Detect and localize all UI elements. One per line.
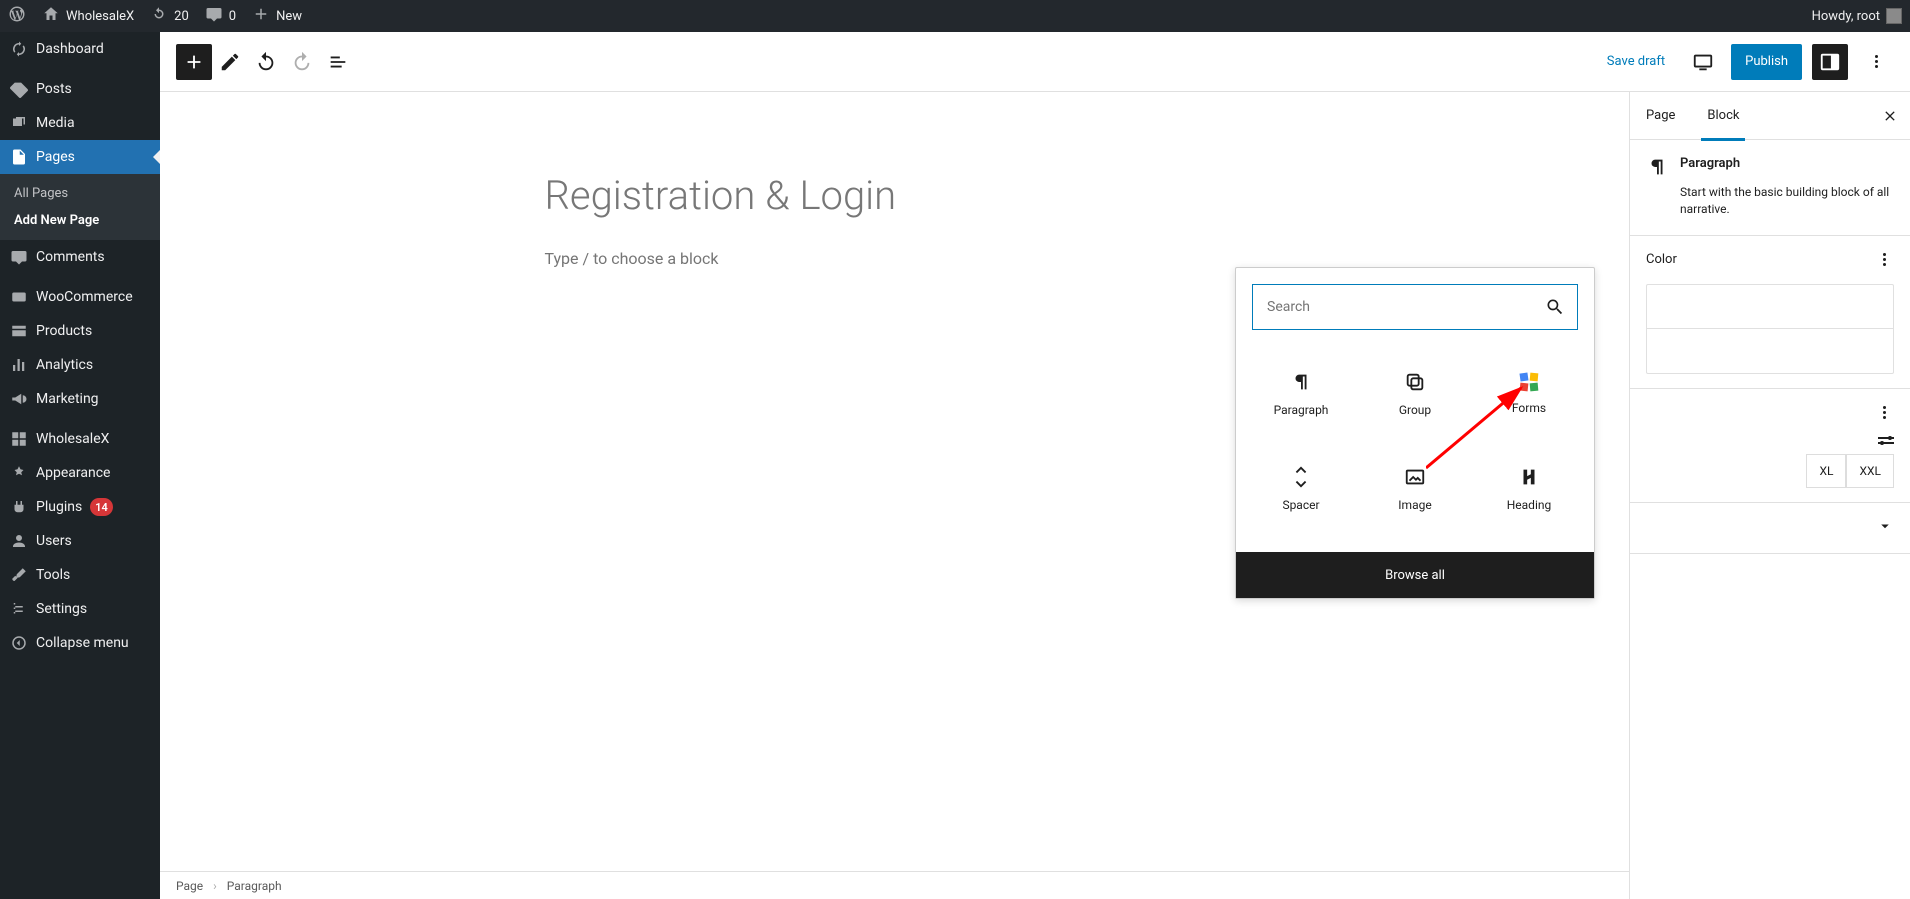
tab-page[interactable]: Page xyxy=(1630,92,1691,140)
search-icon xyxy=(1545,297,1565,317)
crumb-block[interactable]: Paragraph xyxy=(227,879,282,893)
new-label: New xyxy=(276,9,302,24)
block-item-image[interactable]: Image xyxy=(1358,441,1472,536)
save-draft-button[interactable]: Save draft xyxy=(1597,48,1675,75)
block-name: Paragraph xyxy=(1680,156,1740,178)
block-search-input[interactable] xyxy=(1265,298,1545,316)
menu-posts[interactable]: Posts xyxy=(0,72,160,106)
comments-link[interactable]: 0 xyxy=(197,0,244,32)
heading-icon xyxy=(1518,466,1540,488)
crumb-page[interactable]: Page xyxy=(176,879,203,893)
close-settings-button[interactable] xyxy=(1870,108,1910,124)
block-item-spacer[interactable]: Spacer xyxy=(1244,441,1358,536)
paragraph-icon xyxy=(1646,156,1668,178)
comments-count: 0 xyxy=(229,9,236,24)
menu-marketing[interactable]: Marketing xyxy=(0,382,160,416)
toggle-inserter-button[interactable] xyxy=(176,44,212,80)
font-size-presets: XL XXL xyxy=(1646,454,1894,488)
editor-toolbar: Save draft Publish xyxy=(160,32,1910,92)
tools-button[interactable] xyxy=(212,44,248,80)
refresh-icon xyxy=(150,5,168,27)
size-xxl[interactable]: XXL xyxy=(1846,454,1894,488)
redo-button[interactable] xyxy=(284,44,320,80)
menu-pages-submenu: All Pages Add New Page xyxy=(0,174,160,240)
menu-plugins[interactable]: Plugins14 xyxy=(0,490,160,524)
howdy-account[interactable]: Howdy, root xyxy=(1804,0,1910,32)
admin-bar: WholesaleX 20 0 New Howdy, root xyxy=(0,0,1910,32)
menu-settings[interactable]: Settings xyxy=(0,592,160,626)
menu-collapse[interactable]: Collapse menu xyxy=(0,626,160,660)
menu-products[interactable]: Products xyxy=(0,314,160,348)
new-content[interactable]: New xyxy=(244,0,310,32)
group-icon xyxy=(1404,371,1426,393)
settings-sidebar: Page Block Paragraph Start with the basi… xyxy=(1629,92,1910,899)
block-item-forms[interactable]: Forms xyxy=(1472,346,1586,441)
chevron-down-icon xyxy=(1876,517,1894,539)
spacer-icon xyxy=(1290,466,1312,488)
empty-paragraph-block[interactable]: Type / to choose a block xyxy=(545,249,1245,268)
color-options-button[interactable] xyxy=(1874,250,1894,270)
menu-wholesalex[interactable]: WholesaleX xyxy=(0,422,160,456)
options-button[interactable] xyxy=(1858,44,1894,80)
menu-media[interactable]: Media xyxy=(0,106,160,140)
size-xl[interactable]: XL xyxy=(1806,454,1846,488)
publish-button[interactable]: Publish xyxy=(1731,44,1802,80)
page-title-input[interactable]: Registration & Login xyxy=(545,172,1245,219)
menu-users[interactable]: Users xyxy=(0,524,160,558)
document-overview-button[interactable] xyxy=(320,44,356,80)
chevron-right-icon: › xyxy=(213,879,217,893)
menu-pages[interactable]: Pages xyxy=(0,140,160,174)
block-search-box xyxy=(1252,284,1578,330)
color-options xyxy=(1646,284,1894,374)
browse-all-button[interactable]: Browse all xyxy=(1236,552,1594,598)
undo-button[interactable] xyxy=(248,44,284,80)
color-row-text[interactable] xyxy=(1647,285,1893,329)
menu-tools[interactable]: Tools xyxy=(0,558,160,592)
block-item-heading[interactable]: Heading xyxy=(1472,441,1586,536)
wp-logo[interactable] xyxy=(0,0,34,32)
dimensions-panel[interactable] xyxy=(1630,503,1910,554)
menu-appearance[interactable]: Appearance xyxy=(0,456,160,490)
updates-link[interactable]: 20 xyxy=(142,0,197,32)
forms-icon xyxy=(1520,373,1538,391)
menu-dashboard[interactable]: Dashboard xyxy=(0,32,160,66)
menu-comments[interactable]: Comments xyxy=(0,240,160,274)
plus-icon xyxy=(252,5,270,27)
image-icon xyxy=(1404,466,1426,488)
kebab-icon xyxy=(1866,52,1886,72)
sliders-icon[interactable] xyxy=(1878,437,1894,444)
site-name: WholesaleX xyxy=(66,9,134,24)
typography-options-button[interactable] xyxy=(1874,403,1894,423)
panel-title-color: Color xyxy=(1646,252,1677,267)
paragraph-icon xyxy=(1290,371,1312,393)
color-panel: Color xyxy=(1630,236,1910,389)
block-item-group[interactable]: Group xyxy=(1358,346,1472,441)
block-breadcrumb: Page › Paragraph xyxy=(160,871,1629,899)
submenu-add-new[interactable]: Add New Page xyxy=(0,207,160,234)
admin-menu: Dashboard Posts Media Pages All Pages Ad… xyxy=(0,32,160,899)
block-editor: Save draft Publish Registration & Login … xyxy=(160,32,1910,899)
block-inserter-popover: Paragraph Group Forms Spacer Image Headi… xyxy=(1235,267,1595,599)
updates-count: 20 xyxy=(174,9,189,24)
menu-analytics[interactable]: Analytics xyxy=(0,348,160,382)
typography-panel: XL XXL xyxy=(1630,389,1910,503)
plugins-badge: 14 xyxy=(90,498,113,516)
block-item-paragraph[interactable]: Paragraph xyxy=(1244,346,1358,441)
preview-button[interactable] xyxy=(1685,44,1721,80)
block-card: Paragraph Start with the basic building … xyxy=(1630,140,1910,236)
howdy-text: Howdy, root xyxy=(1812,9,1880,24)
comment-icon xyxy=(205,5,223,27)
block-description: Start with the basic building block of a… xyxy=(1680,184,1894,219)
submenu-all-pages[interactable]: All Pages xyxy=(0,180,160,207)
settings-toggle-button[interactable] xyxy=(1812,44,1848,80)
color-row-background[interactable] xyxy=(1647,329,1893,373)
site-home[interactable]: WholesaleX xyxy=(34,0,142,32)
menu-woocommerce[interactable]: WooCommerce xyxy=(0,280,160,314)
tab-block[interactable]: Block xyxy=(1691,92,1755,140)
avatar xyxy=(1886,8,1902,24)
